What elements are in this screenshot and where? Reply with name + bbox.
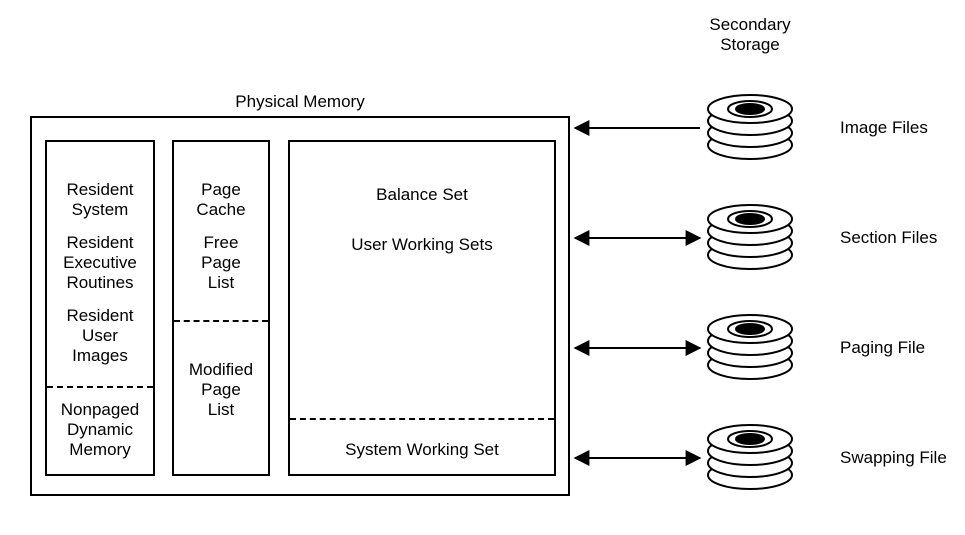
text: Cache [196, 200, 245, 219]
text: Free [204, 233, 239, 252]
free-page-label: Free Page List [172, 233, 270, 293]
resident-user-label: Resident User Images [45, 306, 155, 366]
text: Modified [189, 360, 253, 379]
modified-page-label: Modified Page List [172, 360, 270, 420]
physical-memory-title: Physical Memory [30, 92, 570, 112]
disk-label-swapping-file: Swapping File [840, 448, 947, 468]
system-working-set-label: System Working Set [288, 440, 556, 460]
text: Resident [66, 233, 133, 252]
resident-system-label: Resident System [45, 180, 155, 220]
disk-icon [700, 195, 800, 275]
disk-label-paging-file: Paging File [840, 338, 925, 358]
user-working-sets-label: User Working Sets [288, 235, 556, 255]
text: Routines [66, 273, 133, 292]
text: Resident [66, 180, 133, 199]
text: System [72, 200, 129, 219]
disk-label-section-files: Section Files [840, 228, 937, 248]
nonpaged-label: Nonpaged Dynamic Memory [45, 400, 155, 460]
text: Nonpaged [61, 400, 139, 419]
secondary-storage-title: Secondary Storage [670, 15, 830, 55]
resident-exec-label: Resident Executive Routines [45, 233, 155, 293]
col2-divider [174, 320, 268, 322]
text: Storage [720, 35, 780, 54]
disk-icon [700, 305, 800, 385]
col1-divider [47, 386, 153, 388]
disk-icon [700, 85, 800, 165]
disk-label-image-files: Image Files [840, 118, 928, 138]
text: User [82, 326, 118, 345]
text: Page [201, 380, 241, 399]
disk-icon [700, 415, 800, 495]
text: Secondary [709, 15, 790, 34]
text: List [208, 400, 234, 419]
text: List [208, 273, 234, 292]
col3-divider [290, 418, 554, 420]
text: Page [201, 180, 241, 199]
text: Dynamic [67, 420, 133, 439]
text: Memory [69, 440, 130, 459]
page-cache-label: Page Cache [172, 180, 270, 220]
text: Resident [66, 306, 133, 325]
text: Executive [63, 253, 137, 272]
text: Images [72, 346, 128, 365]
text: Page [201, 253, 241, 272]
balance-set-label: Balance Set [288, 185, 556, 205]
